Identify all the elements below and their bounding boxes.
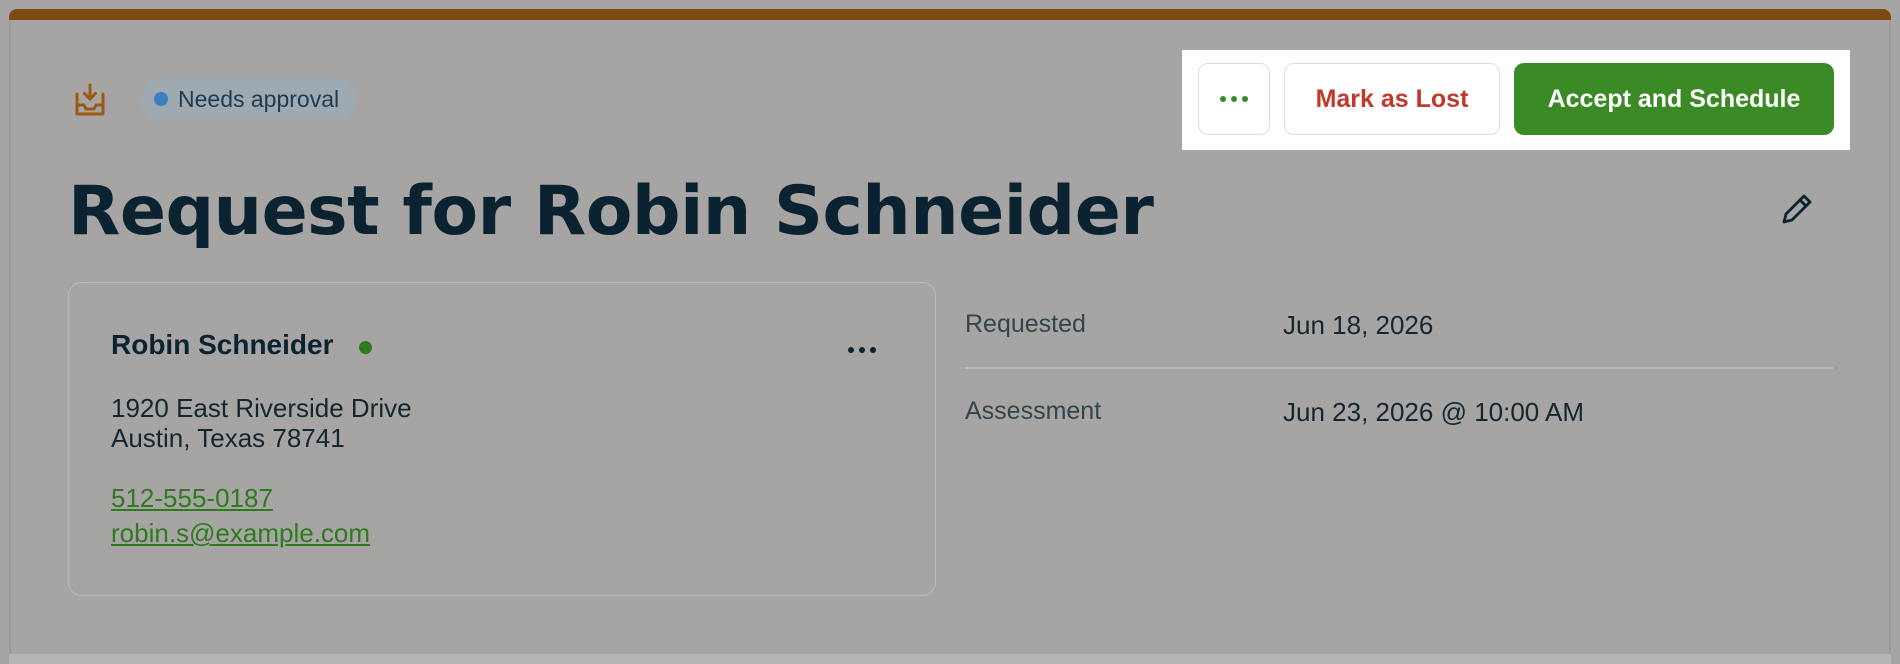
more-actions-button[interactable] <box>1198 63 1270 135</box>
accept-and-schedule-button[interactable]: Accept and Schedule <box>1514 63 1834 135</box>
client-status-dot <box>359 341 372 354</box>
action-toolbar: Mark as Lost Accept and Schedule <box>1182 50 1850 150</box>
page-title: Request for Robin Schneider <box>68 172 1154 251</box>
status-badge: Needs approval <box>140 78 358 120</box>
bottom-band <box>9 654 1891 664</box>
address-line-1: 1920 East Riverside Drive <box>111 393 412 423</box>
details-divider <box>965 367 1833 369</box>
top-accent-bar <box>9 9 1891 20</box>
client-card: Robin Schneider 1920 East Riverside Driv… <box>68 282 936 596</box>
status-dot <box>154 92 168 106</box>
ellipsis-icon <box>848 347 854 353</box>
client-email-link[interactable]: robin.s@example.com <box>111 518 370 549</box>
detail-value-assessment: Jun 23, 2026 @ 10:00 AM <box>1283 397 1585 427</box>
inbox-download-icon <box>75 83 105 116</box>
address-line-2: Austin, Texas 78741 <box>111 423 345 453</box>
detail-value-requested: Jun 18, 2026 <box>1283 310 1434 340</box>
detail-label-requested: Requested <box>965 310 1086 338</box>
mark-as-lost-button[interactable]: Mark as Lost <box>1284 63 1500 135</box>
detail-label-assessment: Assessment <box>965 397 1102 425</box>
ellipsis-icon <box>1220 96 1248 102</box>
status-badge-label: Needs approval <box>178 85 340 112</box>
client-phone-link[interactable]: 512-555-0187 <box>111 483 273 514</box>
left-border <box>9 20 11 654</box>
right-border <box>1889 20 1891 654</box>
client-more-button[interactable] <box>839 335 885 365</box>
client-name: Robin Schneider <box>111 329 334 360</box>
pencil-edit-icon[interactable] <box>1778 190 1816 228</box>
